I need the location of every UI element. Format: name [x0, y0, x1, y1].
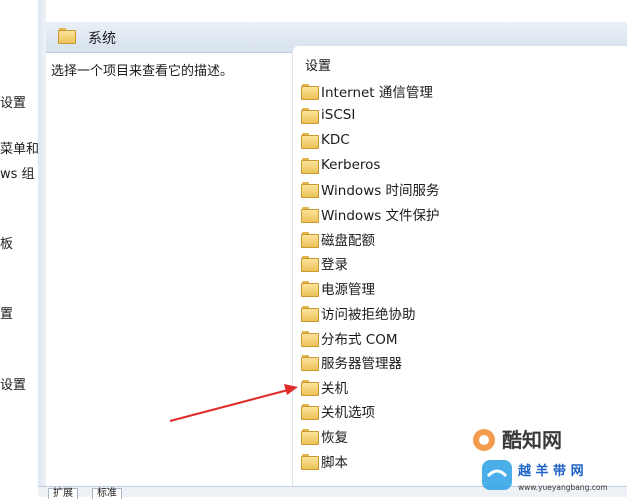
watermark-url: www.yueyangbang.com [518, 483, 608, 492]
tab-extended[interactable]: 扩展 [48, 488, 78, 499]
watermark-sub: 越 羊 带 网 [517, 463, 584, 479]
tab-standard[interactable]: 标准 [92, 488, 122, 499]
watermark-brand: 酷知网 [502, 428, 562, 452]
watermark-logo: 酷知网 越 羊 带 网 www.yueyangbang.com [473, 428, 608, 492]
